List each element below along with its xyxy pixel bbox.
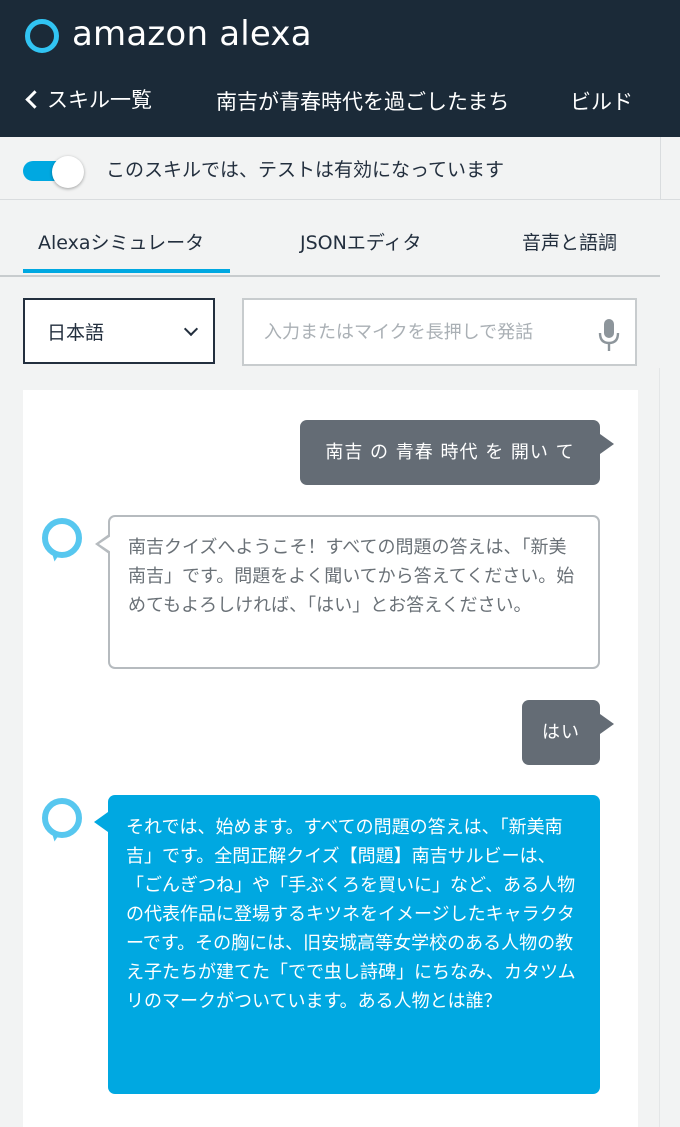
microphone-icon[interactable] bbox=[598, 318, 620, 352]
alexa-logo-icon bbox=[25, 19, 59, 53]
top-navigation-bar: amazon alexa スキル一覧 南吉が青春時代を過ごしたまち ビルド bbox=[0, 0, 680, 137]
tab-voice-and-tone[interactable]: 音声と語調 bbox=[522, 228, 617, 255]
skill-name-title: 南吉が青春時代を過ごしたまち bbox=[216, 90, 510, 114]
panel-divider bbox=[659, 368, 660, 1127]
tab-alexa-simulator[interactable]: Alexaシミュレータ bbox=[38, 228, 204, 255]
utterance-input-box bbox=[242, 298, 637, 366]
toggle-knob[interactable] bbox=[52, 156, 84, 188]
utterance-input[interactable] bbox=[264, 318, 569, 346]
brand-logo-text: amazon alexa bbox=[72, 14, 312, 54]
user-utterance-bubble: 南吉 の 青春 時代 を 開い て bbox=[300, 420, 614, 485]
chevron-down-icon bbox=[183, 321, 199, 337]
alexa-response-bubble-active: それでは、始めます。すべての問題の答えは、「新美南吉」です。全問正解クイズ【問題… bbox=[94, 795, 600, 1094]
chevron-left-icon bbox=[25, 89, 44, 109]
conversation-panel: 南吉 の 青春 時代 を 開い て 南吉クイズへようこそ！すべての問題の答えは、… bbox=[23, 390, 638, 1127]
test-status-bar: このスキルでは、テストは有効になっています bbox=[0, 137, 660, 200]
tab-json-editor[interactable]: JSONエディタ bbox=[300, 228, 422, 255]
build-tab[interactable]: ビルド bbox=[570, 86, 633, 116]
alexa-avatar-icon bbox=[42, 518, 82, 558]
test-status-text: このスキルでは、テストは有効になっています bbox=[106, 159, 505, 181]
language-select-value: 日本語 bbox=[47, 322, 105, 344]
back-to-skills-link[interactable]: スキル一覧 bbox=[22, 84, 152, 114]
active-tab-indicator bbox=[23, 269, 230, 273]
language-select[interactable]: 日本語 bbox=[23, 298, 215, 364]
alexa-avatar-icon bbox=[42, 798, 82, 838]
user-utterance-bubble: はい bbox=[522, 700, 614, 765]
back-link-label: スキル一覧 bbox=[47, 88, 152, 112]
alexa-response-bubble: 南吉クイズへようこそ！すべての問題の答えは、「新美南吉」です。問題をよく聞いてか… bbox=[95, 515, 600, 669]
toggle-row-edge bbox=[660, 137, 680, 200]
simulator-tabs: Alexaシミュレータ JSONエディタ 音声と語調 bbox=[0, 200, 660, 277]
